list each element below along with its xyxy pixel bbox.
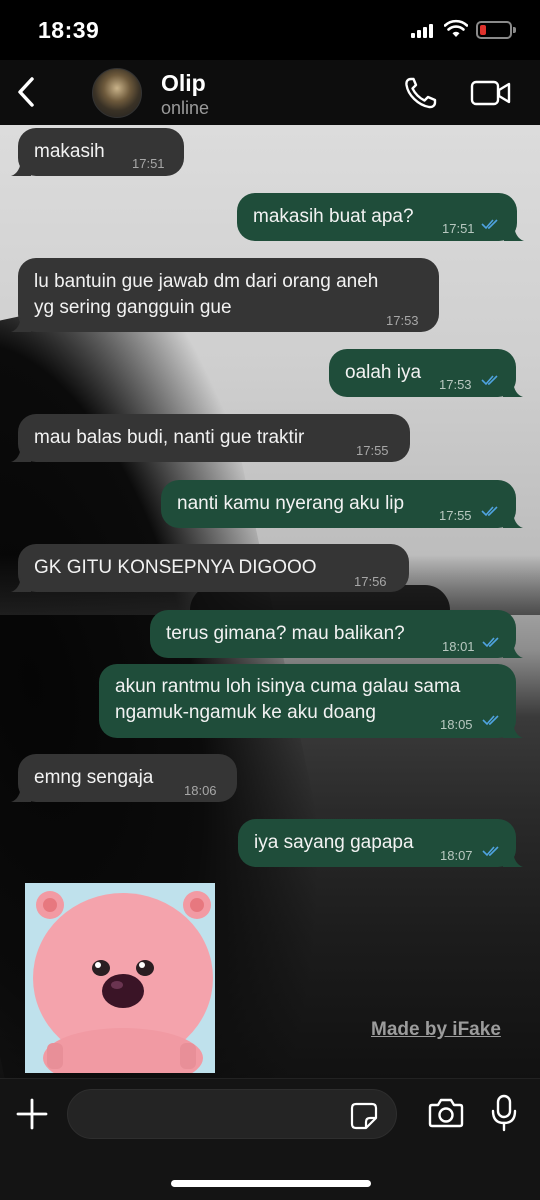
- status-bar: 18:39: [0, 0, 540, 60]
- bear-sticker[interactable]: [25, 883, 215, 1073]
- message-bubble-incoming[interactable]: mau balas budi, nanti gue traktir 17:55: [11, 414, 410, 462]
- message-time: 18:01: [442, 639, 475, 654]
- battery-icon: [476, 21, 516, 39]
- video-call-icon[interactable]: [470, 78, 512, 108]
- message-bubble-incoming[interactable]: makasih 17:51: [11, 128, 184, 176]
- message-bubble-outgoing[interactable]: terus gimana? mau balikan? 18:01: [150, 610, 523, 658]
- camera-icon[interactable]: [428, 1097, 464, 1129]
- watermark-link[interactable]: Made by iFake: [371, 1019, 501, 1041]
- message-time: 17:55: [439, 508, 472, 523]
- message-bubble-outgoing[interactable]: iya sayang gapapa 18:07: [238, 819, 523, 867]
- home-indicator[interactable]: [171, 1180, 371, 1187]
- message-bubble-outgoing[interactable]: nanti kamu nyerang aku lip 17:55: [161, 480, 523, 528]
- message-text: mau balas budi, nanti gue traktir: [34, 427, 305, 448]
- message-text: akun rantmu loh isinya cuma galau sama n…: [115, 676, 461, 723]
- message-time: 17:53: [386, 313, 419, 328]
- message-time: 18:05: [440, 717, 473, 732]
- message-text: GK GITU KONSEPNYA DIGOOO: [34, 557, 317, 578]
- back-chevron-icon[interactable]: [12, 74, 42, 110]
- message-text: makasih: [34, 141, 105, 162]
- message-time: 17:56: [354, 574, 387, 589]
- composer-bar: [0, 1078, 540, 1200]
- message-text: lu bantuin gue jawab dm dari orang aneh …: [34, 271, 379, 318]
- microphone-icon[interactable]: [490, 1094, 518, 1132]
- cellular-signal-icon: [411, 24, 437, 38]
- read-receipt-icon: [482, 846, 499, 857]
- message-text: nanti kamu nyerang aku lip: [177, 493, 405, 514]
- status-time: 18:39: [38, 17, 100, 43]
- message-bubble-incoming[interactable]: lu bantuin gue jawab dm dari orang aneh …: [11, 258, 439, 332]
- message-time: 18:06: [184, 783, 217, 798]
- contact-status: online: [161, 98, 210, 118]
- message-bubble-incoming[interactable]: emng sengaja 18:06: [11, 754, 237, 802]
- read-receipt-icon: [482, 637, 499, 648]
- wifi-icon: [444, 19, 468, 37]
- message-text: makasih buat apa?: [253, 206, 414, 227]
- message-input[interactable]: [67, 1089, 397, 1139]
- message-text: emng sengaja: [34, 767, 154, 788]
- plus-icon[interactable]: [15, 1097, 49, 1131]
- message-time: 18:07: [440, 848, 473, 863]
- message-bubble-outgoing[interactable]: makasih buat apa? 17:51: [237, 193, 524, 241]
- contact-avatar[interactable]: [92, 68, 142, 118]
- message-text: terus gimana? mau balikan?: [166, 623, 405, 644]
- message-time: 17:51: [132, 156, 165, 171]
- message-bubble-outgoing[interactable]: oalah iya 17:53: [329, 349, 523, 397]
- message-text: iya sayang gapapa: [254, 832, 414, 853]
- message-text: oalah iya: [345, 362, 422, 383]
- message-time: 17:51: [442, 221, 475, 236]
- contact-name[interactable]: Olip: [161, 70, 206, 97]
- phone-icon[interactable]: [403, 76, 439, 110]
- chat-header: Olip online: [0, 60, 540, 125]
- read-receipt-icon: [482, 715, 499, 726]
- message-time: 17:53: [439, 377, 472, 392]
- message-bubble-incoming[interactable]: GK GITU KONSEPNYA DIGOOO 17:56: [11, 544, 409, 592]
- read-receipt-icon: [481, 506, 498, 517]
- read-receipt-icon: [481, 219, 498, 230]
- read-receipt-icon: [481, 375, 498, 386]
- sticker-icon[interactable]: [350, 1102, 378, 1130]
- message-time: 17:55: [356, 443, 389, 458]
- message-bubble-outgoing[interactable]: akun rantmu loh isinya cuma galau sama n…: [99, 664, 523, 738]
